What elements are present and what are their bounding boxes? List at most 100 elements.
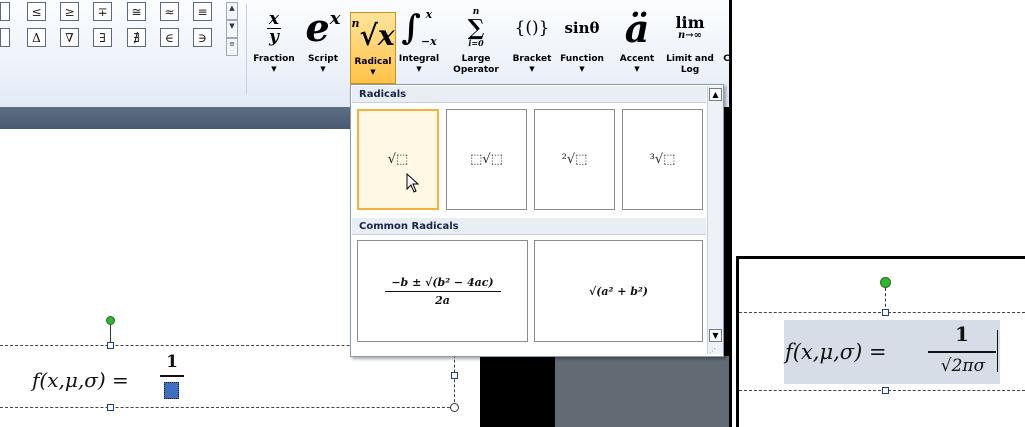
- hypotenuse-expression: √(a² + b²): [589, 284, 648, 298]
- symbol-button[interactable]: ∃: [93, 28, 112, 47]
- function-icon: sinθ: [564, 19, 600, 37]
- text-cursor: [997, 330, 998, 372]
- symbol-button[interactable]: ≤: [27, 2, 46, 21]
- limit-and-log-label: Limit and Log: [666, 54, 714, 75]
- inset-equation-numerator: 1: [955, 322, 969, 346]
- chevron-down-icon: ▼: [634, 65, 640, 73]
- radical-label: Radical: [354, 57, 392, 67]
- resize-handle[interactable]: [107, 404, 114, 411]
- symbol-button[interactable]: ∋: [193, 28, 212, 47]
- symbol-cut-button[interactable]: [0, 2, 10, 21]
- equation-lhs: f(x,μ,σ) =: [32, 368, 129, 392]
- large-operator-lower: i=0: [468, 38, 484, 48]
- large-operator-sign: ∑: [467, 15, 485, 41]
- bracket-button[interactable]: {()} Bracket ▼: [510, 2, 554, 73]
- inset-resize-handle[interactable]: [882, 309, 889, 316]
- accent-icon: ä: [624, 5, 650, 51]
- fraction-bar: [160, 375, 184, 377]
- script-label: Script: [307, 54, 339, 64]
- bracket-label: Bracket: [512, 54, 552, 64]
- radical-square-tile[interactable]: ²√⬚: [534, 109, 615, 210]
- integral-button[interactable]: ∫ x −x Integral ▼: [396, 2, 442, 73]
- symbol-button[interactable]: ≥: [60, 2, 79, 21]
- resize-handle[interactable]: [451, 372, 458, 379]
- symbol-button[interactable]: ≈: [160, 2, 179, 21]
- quadratic-denominator: 2a: [435, 293, 450, 307]
- limit-icon-text: lim: [675, 13, 705, 32]
- symbol-cut-button[interactable]: [0, 28, 10, 47]
- hypotenuse-formula-tile[interactable]: √(a² + b²): [534, 240, 703, 342]
- rotate-handle[interactable]: [106, 316, 115, 325]
- script-button[interactable]: ex Script ▼: [298, 2, 348, 73]
- chevron-down-icon: ▼: [579, 65, 585, 73]
- accent-button[interactable]: ä Accent ▼: [614, 2, 660, 74]
- fraction-icon-denominator: y: [269, 26, 279, 47]
- integral-label: Integral: [398, 54, 440, 64]
- fraction-button[interactable]: x y Fraction ▼: [252, 2, 296, 73]
- resize-corner-handle[interactable]: [450, 403, 459, 412]
- inset-resize-handle[interactable]: [882, 387, 889, 394]
- equation-bottom-border: [0, 407, 455, 408]
- quadratic-formula-tile[interactable]: −b ± √(b² − 4ac) 2a: [357, 240, 528, 342]
- script-icon-base: e: [305, 5, 330, 50]
- cut-off-button[interactable]: C: [721, 2, 730, 65]
- scroll-down-button[interactable]: ▼: [709, 329, 722, 342]
- radical-cube-tile[interactable]: ³√⬚: [622, 109, 703, 210]
- chevron-down-icon: ▼: [320, 65, 326, 73]
- limit-icon-sub: n→∞: [678, 30, 702, 41]
- resize-grip-icon[interactable]: ⋰: [709, 347, 716, 355]
- script-icon-sup: x: [329, 8, 341, 29]
- symbol-button[interactable]: ∄: [127, 28, 146, 47]
- scroll-up-button[interactable]: ▲: [709, 88, 722, 101]
- radical-icon-glyph: √x: [359, 18, 395, 52]
- symbol-button[interactable]: ∇: [60, 28, 79, 47]
- placeholder-box[interactable]: [164, 382, 179, 399]
- inset-equation-denominator: √2πσ: [940, 356, 986, 376]
- radical-tile-glyph: √⬚: [387, 152, 409, 167]
- integral-icon-upper: x: [425, 8, 433, 21]
- chevron-down-icon: ▼: [271, 65, 277, 73]
- gallery-scroll-up-button[interactable]: ▲: [226, 2, 238, 20]
- chevron-down-icon: ▼: [529, 65, 535, 73]
- section-header-radicals: Radicals: [352, 86, 706, 103]
- symbol-button[interactable]: ≡: [193, 2, 212, 21]
- inset-equation-lhs: f(x,μ,σ) =: [785, 340, 887, 364]
- radical-tile-glyph: ⬚√⬚: [470, 152, 503, 167]
- limit-and-log-button[interactable]: lim n→∞ Limit and Log: [662, 2, 718, 76]
- gallery-more-button[interactable]: ≡: [226, 38, 238, 56]
- symbol-button[interactable]: Δ: [27, 28, 46, 47]
- symbol-button[interactable]: ∓: [93, 2, 112, 21]
- radical-icon-index: n: [351, 17, 360, 30]
- inset-fraction-bar: [928, 351, 996, 353]
- ribbon-divider: [246, 4, 247, 94]
- gallery-scroll-down-button[interactable]: ▼: [226, 20, 238, 38]
- symbol-button[interactable]: ∈: [160, 28, 179, 47]
- section-header-common-radicals: Common Radicals: [352, 218, 706, 235]
- function-button[interactable]: sinθ Function ▼: [556, 2, 608, 73]
- radical-degree-tile[interactable]: ⬚√⬚: [446, 109, 527, 210]
- radical-button[interactable]: n √x Radical ▼: [350, 12, 396, 84]
- main-screenshot: ≤ ≥ ∓ ≅ ≈ ≡ Δ ∇ ∃ ∄ ∈ ∋ ▲ ▼ ≡ x y Fracti…: [0, 0, 732, 427]
- large-operator-button[interactable]: n ∑ i=0 Large Operator: [445, 2, 507, 76]
- large-operator-label: Large Operator: [453, 54, 499, 75]
- fraction-icon: x y: [252, 2, 296, 54]
- accent-label: Accent: [619, 54, 655, 64]
- inset-rotate-handle[interactable]: [880, 277, 891, 288]
- function-label: Function: [560, 54, 604, 64]
- script-icon: ex: [298, 2, 348, 54]
- limit-icon: lim n→∞: [662, 2, 718, 54]
- dropdown-scrollbar[interactable]: ▲ ▼: [707, 86, 723, 354]
- integral-icon-lower: −x: [420, 35, 437, 48]
- mouse-cursor-icon: [406, 173, 420, 193]
- cut-off-label: C: [723, 54, 730, 64]
- chevron-down-icon: ▼: [370, 68, 376, 76]
- integral-icon-sign: ∫: [401, 8, 421, 48]
- symbol-button[interactable]: ≅: [127, 2, 146, 21]
- resize-handle[interactable]: [107, 342, 114, 349]
- quadratic-numerator: −b ± √(b² − 4ac): [391, 275, 494, 289]
- fraction-label: Fraction: [253, 54, 295, 64]
- radical-square-root-tile[interactable]: √⬚: [357, 109, 439, 210]
- radical-icon: n √x: [351, 13, 395, 57]
- large-operator-icon: n ∑ i=0: [445, 2, 507, 54]
- ruler-bar: [0, 107, 350, 129]
